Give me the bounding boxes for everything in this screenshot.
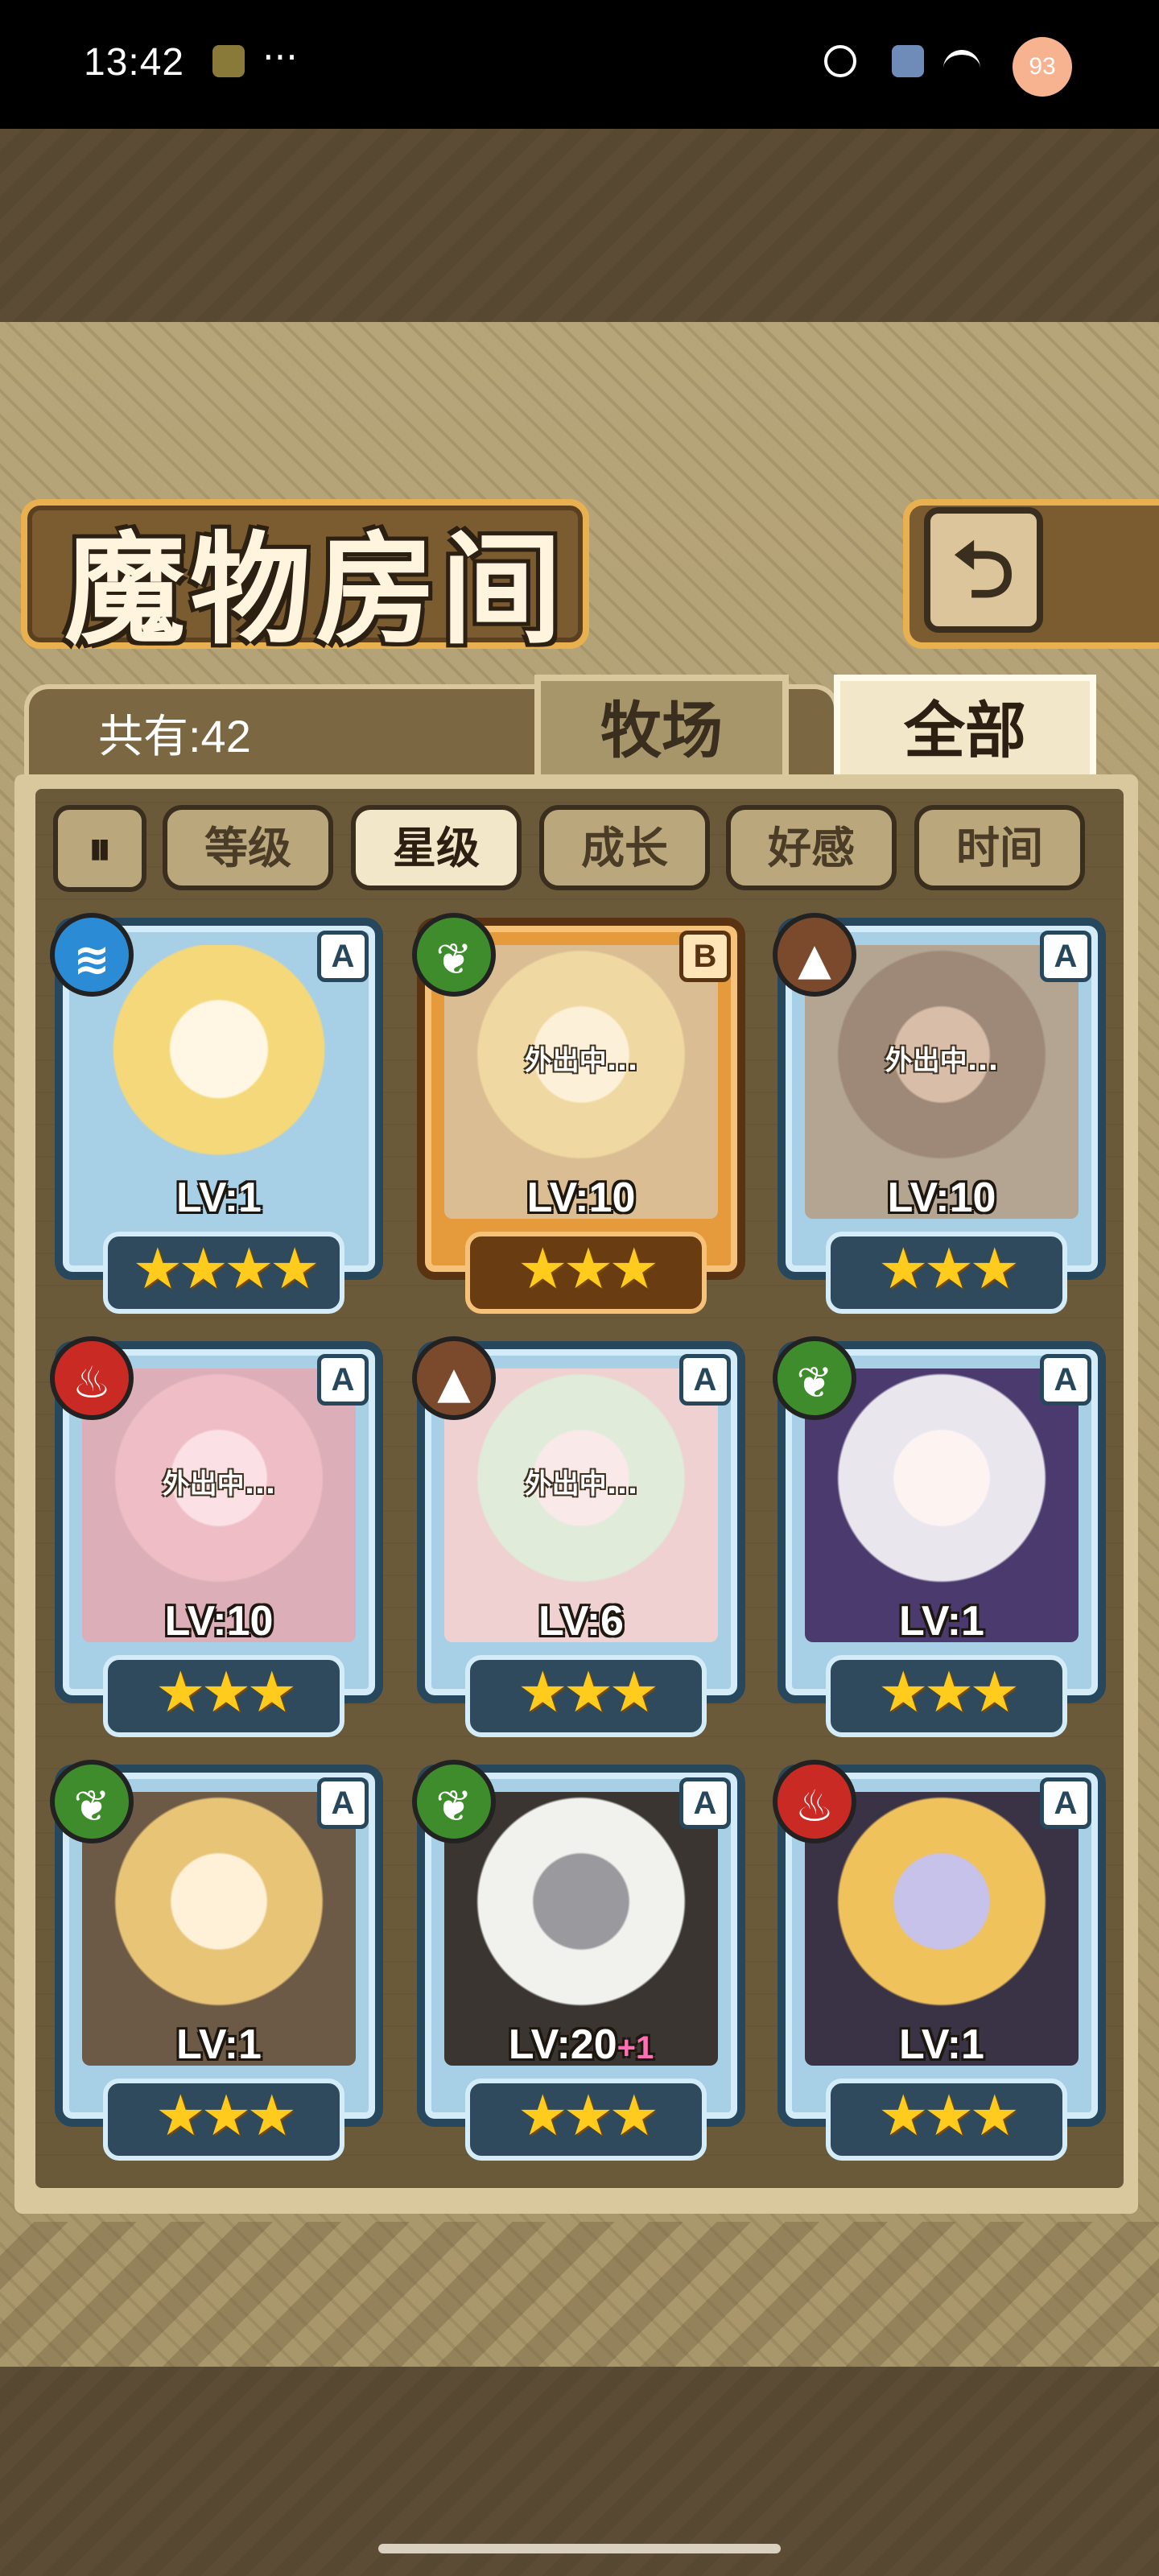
star-rating: ★★★ — [465, 1232, 707, 1314]
monster-level: LV:1 — [176, 1174, 262, 1221]
away-status: 外出中... — [524, 1045, 638, 1077]
monster-card[interactable]: LV:1 ★★★ A ❦ — [773, 1336, 1106, 1737]
pause-icon: ⏸ — [88, 821, 112, 876]
status-time: 13:42 — [84, 41, 185, 84]
nature-element-icon: ❦ — [412, 1760, 496, 1843]
star-rating: ★★★ — [465, 1655, 707, 1737]
monster-level: LV:1 — [899, 1598, 984, 1645]
monster-card[interactable]: LV:20+1 ★★★ A ❦ — [412, 1760, 745, 2161]
star-rating: ★★★ — [826, 2079, 1067, 2161]
monster-card[interactable]: LV:1 ★★★★ A ≋ — [50, 913, 383, 1314]
monster-level: LV:20+1 — [508, 2021, 654, 2068]
sim-icon — [892, 45, 924, 77]
rank-badge: A — [317, 931, 369, 982]
monster-level: LV:10 — [526, 1174, 636, 1221]
monster-card[interactable]: 外出中... LV:6 ★★★ A ▲ — [412, 1336, 745, 1737]
app-notification-icon — [212, 45, 245, 77]
tab-all[interactable]: 全部 — [834, 675, 1096, 781]
monster-level: LV:10 — [887, 1174, 996, 1221]
monster-level: LV:6 — [538, 1598, 624, 1645]
rank-badge: A — [317, 1354, 369, 1406]
monster-level: LV:10 — [164, 1598, 274, 1645]
tab-ranch[interactable]: 牧场 — [534, 675, 789, 781]
away-status: 外出中... — [162, 1468, 276, 1501]
star-rating: ★★★ — [103, 2079, 344, 2161]
star-rating: ★★★ — [826, 1232, 1067, 1314]
parchment-footer — [0, 2222, 1159, 2367]
nature-element-icon: ❦ — [50, 1760, 134, 1843]
rank-badge: B — [679, 931, 731, 982]
status-bar: 13:42 ··· 93 — [0, 0, 1159, 129]
earth-element-icon: ▲ — [773, 913, 856, 997]
star-rating: ★★★ — [465, 2079, 707, 2161]
monster-card[interactable]: LV:1 ★★★ A ♨ — [773, 1760, 1106, 2161]
star-status-icon — [824, 45, 856, 77]
rank-badge: A — [1040, 931, 1091, 982]
rank-badge: A — [317, 1777, 369, 1829]
back-arrow-icon: ⮌ — [952, 525, 1015, 615]
rank-badge: A — [1040, 1354, 1091, 1406]
rank-badge: A — [1040, 1777, 1091, 1829]
fire-element-icon: ♨ — [50, 1336, 134, 1420]
monster-level: LV:1 — [176, 2021, 262, 2068]
back-button[interactable]: ⮌ — [924, 507, 1043, 633]
monster-card[interactable]: LV:1 ★★★ A ❦ — [50, 1760, 383, 2161]
away-status: 外出中... — [524, 1468, 638, 1501]
star-rating: ★★★ — [826, 1655, 1067, 1737]
monster-card[interactable]: 外出中... LV:10 ★★★ A ▲ — [773, 913, 1106, 1314]
rank-badge: A — [679, 1777, 731, 1829]
sort-by-time-button[interactable]: 时间 — [914, 805, 1085, 890]
monster-level: LV:1 — [899, 2021, 984, 2068]
fire-element-icon: ♨ — [773, 1760, 856, 1843]
sort-order-toggle-button[interactable]: ⏸ — [53, 805, 146, 892]
star-rating: ★★★ — [103, 1655, 344, 1737]
home-indicator[interactable] — [378, 2544, 781, 2553]
more-notifications-icon: ··· — [262, 35, 298, 79]
earth-element-icon: ▲ — [412, 1336, 496, 1420]
sort-by-growth-button[interactable]: 成长 — [539, 805, 710, 890]
battery-indicator: 93 — [1013, 37, 1072, 97]
sort-by-level-button[interactable]: 等级 — [163, 805, 333, 890]
page-title: 魔物房间 — [64, 519, 567, 661]
nature-element-icon: ❦ — [412, 913, 496, 997]
monster-card[interactable]: 外出中... LV:10 ★★★ A ♨ — [50, 1336, 383, 1737]
rank-badge: A — [679, 1354, 731, 1406]
monster-card[interactable]: 外出中... LV:10 ★★★ B ❦ — [412, 913, 745, 1314]
wifi-icon — [943, 50, 980, 79]
sort-by-affection-button[interactable]: 好感 — [726, 805, 897, 890]
nature-element-icon: ❦ — [773, 1336, 856, 1420]
sort-by-stars-button[interactable]: 星级 — [351, 805, 522, 890]
star-rating: ★★★★ — [103, 1232, 344, 1314]
monster-count: 共有:42 — [98, 711, 251, 762]
water-element-icon: ≋ — [50, 913, 134, 997]
away-status: 外出中... — [885, 1045, 999, 1077]
map-background-top — [0, 129, 1159, 322]
